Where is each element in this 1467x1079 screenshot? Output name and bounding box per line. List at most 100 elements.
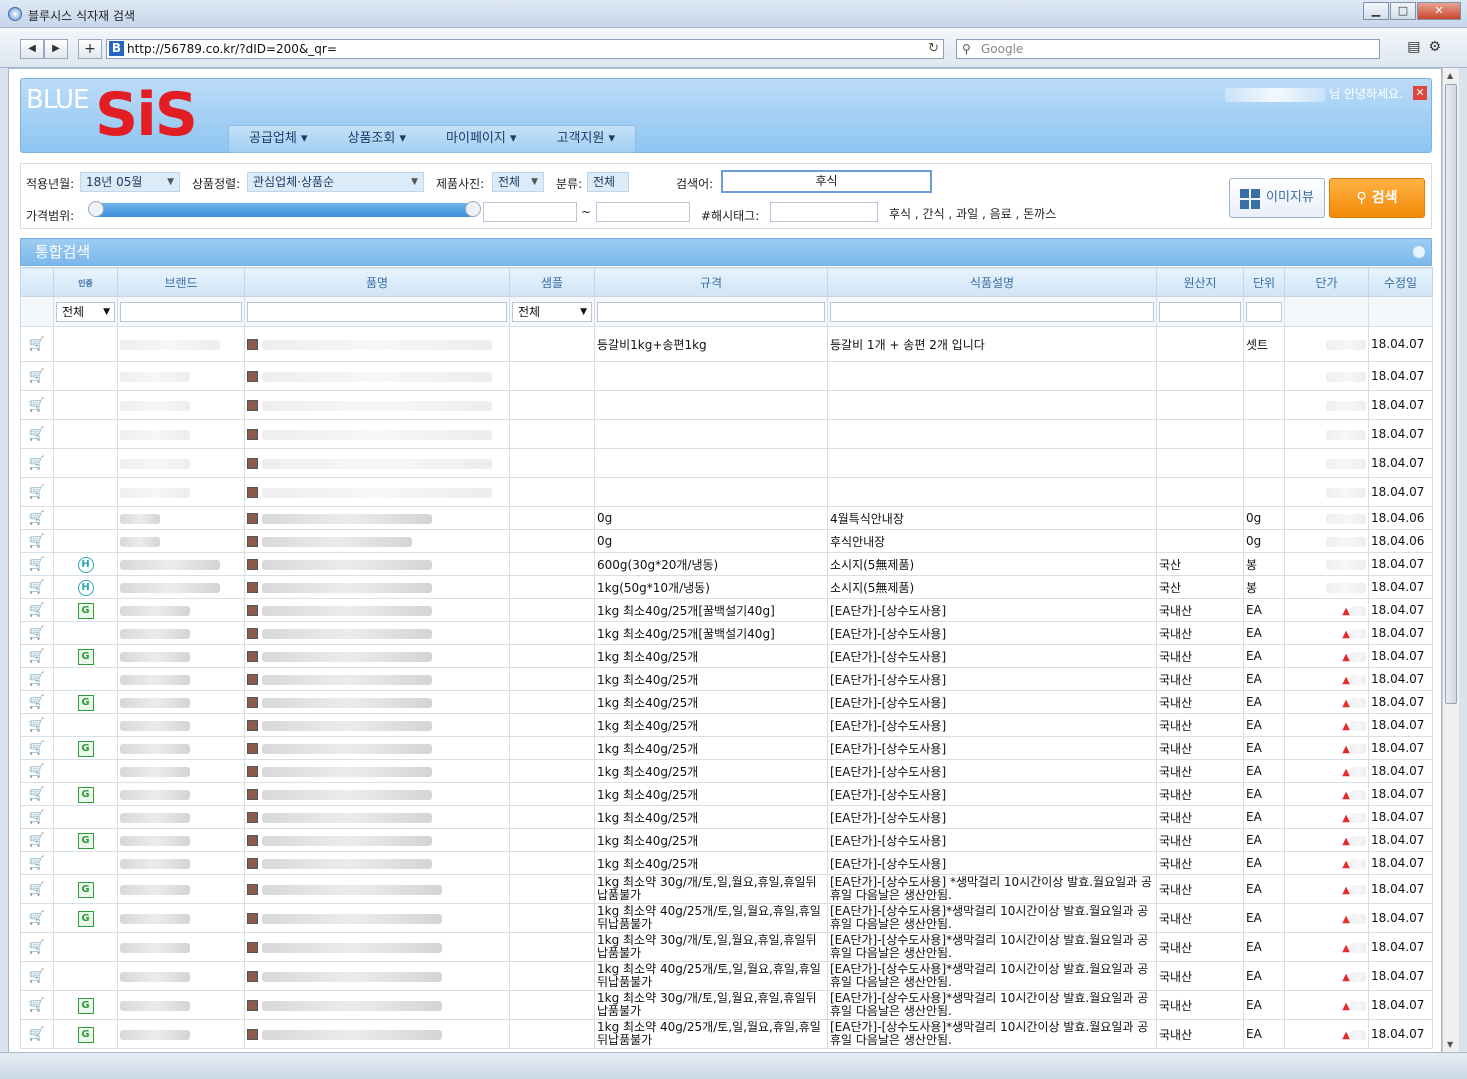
product-photo-icon[interactable] <box>247 697 258 708</box>
column-header-unit[interactable]: 단위 <box>1243 267 1285 297</box>
cart-icon[interactable]: 🛒 <box>29 833 45 848</box>
item-name-cell[interactable] <box>244 828 510 852</box>
table-row[interactable]: 🛒 G 1kg 최소약 30g/개/토,일,월요,휴일,휴일뒤납품불가 [EA단가]-… <box>20 874 1433 904</box>
column-header-description[interactable]: 식품설명 <box>827 267 1157 297</box>
item-name-cell[interactable] <box>244 932 510 962</box>
reload-icon[interactable]: ↻ <box>928 40 939 58</box>
slider-max-handle[interactable] <box>465 201 481 217</box>
product-photo-icon[interactable] <box>247 1000 258 1011</box>
unit-filter-input[interactable] <box>1246 301 1282 322</box>
column-header-modified-date[interactable]: 수정일 <box>1368 267 1433 297</box>
hashtag-input[interactable] <box>770 202 878 222</box>
cart-icon[interactable]: 🛒 <box>29 456 45 471</box>
cart-icon[interactable]: 🛒 <box>29 940 45 955</box>
scroll-up-icon[interactable]: ▲ <box>1447 71 1453 80</box>
product-photo-icon[interactable] <box>247 513 258 524</box>
table-row[interactable]: 🛒 1kg 최소40g/25개 [EA단가]-[상수도사용] 국내산 EA ▲ 18.04.… <box>20 759 1433 783</box>
item-name-cell[interactable] <box>244 419 510 449</box>
menu-item-products[interactable]: 상품조회 ▾ <box>328 126 427 152</box>
table-row[interactable]: 🛒 G 1kg 최소40g/25개 [EA단가]-[상수도사용] 국내산 EA ▲ 18.04… <box>20 828 1433 852</box>
cart-icon[interactable]: 🛒 <box>29 718 45 733</box>
table-row[interactable]: 🛒 G 1kg 최소40g/25개 [EA단가]-[상수도사용] 국내산 EA ▲ 18.04… <box>20 690 1433 714</box>
product-photo-icon[interactable] <box>247 674 258 685</box>
brand-filter-input[interactable] <box>120 301 242 322</box>
item-name-cell[interactable] <box>244 644 510 668</box>
cart-icon[interactable]: 🛒 <box>29 580 45 595</box>
column-header-origin[interactable]: 원산지 <box>1156 267 1244 297</box>
cart-icon[interactable]: 🛒 <box>29 337 45 352</box>
item-name-cell[interactable] <box>244 782 510 806</box>
item-name-cell[interactable] <box>244 448 510 478</box>
logo-sis-text[interactable]: SiS <box>95 83 198 147</box>
table-row[interactable]: 🛒 H 600g(30g*20개/냉동) 소시지(5無제품) 국산 봉 18.04.07 <box>20 552 1433 576</box>
price-min-input[interactable] <box>483 202 577 222</box>
collapse-icon[interactable] <box>1413 246 1425 258</box>
product-photo-icon[interactable] <box>247 835 258 846</box>
item-name-filter-input[interactable] <box>247 301 507 322</box>
item-name-cell[interactable] <box>244 477 510 507</box>
table-row[interactable]: 🛒 G 1kg 최소약 30g/개/토,일,월요,휴일,휴일뒤납품불가 [EA단가]-… <box>20 990 1433 1020</box>
cart-icon[interactable]: 🛒 <box>29 427 45 442</box>
product-photo-icon[interactable] <box>247 582 258 593</box>
cart-icon[interactable]: 🛒 <box>29 485 45 500</box>
column-header-price[interactable]: 단가 <box>1284 267 1369 297</box>
cert-filter-select[interactable]: 전체 ▼ <box>56 301 115 322</box>
table-row[interactable]: 🛒 1kg 최소40g/25개 [EA단가]-[상수도사용] 국내산 EA ▲ 18.04.… <box>20 713 1433 737</box>
item-name-cell[interactable] <box>244 598 510 622</box>
product-photo-icon[interactable] <box>247 942 258 953</box>
item-name-cell[interactable] <box>244 667 510 691</box>
item-name-cell[interactable] <box>244 990 510 1020</box>
item-name-cell[interactable] <box>244 961 510 991</box>
item-name-cell[interactable] <box>244 326 510 362</box>
cart-icon[interactable]: 🛒 <box>29 882 45 897</box>
product-photo-icon[interactable] <box>247 720 258 731</box>
table-row[interactable]: 🛒 1kg 최소40g/25개 [EA단가]-[상수도사용] 국내산 EA ▲ 18.04.… <box>20 805 1433 829</box>
keyword-input[interactable]: 후식 <box>721 170 932 193</box>
cart-icon[interactable]: 🛒 <box>29 787 45 802</box>
cart-icon[interactable]: 🛒 <box>29 534 45 549</box>
table-row[interactable]: 🛒 0g 후식안내장 0g 18.04.06 <box>20 529 1433 553</box>
product-photo-icon[interactable] <box>247 858 258 869</box>
item-name-cell[interactable] <box>244 1019 510 1049</box>
sample-filter-select[interactable]: 전체 ▼ <box>512 301 592 322</box>
page-scrollbar[interactable]: ▲ ▼ <box>1442 68 1459 1052</box>
menu-item-mypage[interactable]: 마이페이지 ▾ <box>426 126 536 152</box>
table-row[interactable]: 🛒 G 1kg 최소40g/25개 [EA단가]-[상수도사용] 국내산 EA ▲ 18.04… <box>20 736 1433 760</box>
photo-select[interactable]: 전체 ▼ <box>492 172 544 192</box>
cart-icon[interactable]: 🛒 <box>29 557 45 572</box>
menu-item-support[interactable]: 고객지원 ▾ <box>537 126 636 152</box>
table-row[interactable]: 🛒 18.04.07 <box>20 361 1433 391</box>
address-bar[interactable]: B http://56789.co.kr/?dID=200&_qr= ↻ <box>106 39 944 59</box>
product-photo-icon[interactable] <box>247 400 258 411</box>
cart-icon[interactable]: 🛒 <box>29 911 45 926</box>
maximize-button[interactable]: □ <box>1390 2 1416 20</box>
table-row[interactable]: 🛒 등갈비1kg+송편1kg 등갈비 1개 + 송편 2개 입니다 셋트 18.04.0… <box>20 326 1433 362</box>
product-photo-icon[interactable] <box>247 766 258 777</box>
table-row[interactable]: 🛒 1kg 최소40g/25개 [EA단가]-[상수도사용] 국내산 EA ▲ 18.04.… <box>20 667 1433 691</box>
description-filter-input[interactable] <box>830 301 1154 322</box>
item-name-cell[interactable] <box>244 713 510 737</box>
item-name-cell[interactable] <box>244 361 510 391</box>
cart-icon[interactable]: 🛒 <box>29 672 45 687</box>
item-name-cell[interactable] <box>244 736 510 760</box>
table-row[interactable]: 🛒 1kg 최소40g/25개[꿀백설기40g] [EA단가]-[상수도사용] 국내산… <box>20 621 1433 645</box>
product-photo-icon[interactable] <box>247 536 258 547</box>
cart-icon[interactable]: 🛒 <box>29 649 45 664</box>
cart-icon[interactable]: 🛒 <box>29 511 45 526</box>
spec-filter-input[interactable] <box>597 301 825 322</box>
column-header-brand[interactable]: 브랜드 <box>117 267 245 297</box>
sort-select[interactable]: 관심업체·상품순 ▼ <box>247 172 424 192</box>
item-name-cell[interactable] <box>244 529 510 553</box>
product-photo-icon[interactable] <box>247 743 258 754</box>
table-row[interactable]: 🛒 0g 4월특식안내장 0g 18.04.06 <box>20 506 1433 530</box>
scroll-down-icon[interactable]: ▼ <box>1447 1040 1453 1049</box>
table-row[interactable]: 🛒 18.04.07 <box>20 390 1433 420</box>
price-max-input[interactable] <box>596 202 690 222</box>
cart-icon[interactable]: 🛒 <box>29 810 45 825</box>
item-name-cell[interactable] <box>244 552 510 576</box>
item-name-cell[interactable] <box>244 575 510 599</box>
product-photo-icon[interactable] <box>247 971 258 982</box>
item-name-cell[interactable] <box>244 390 510 420</box>
cart-icon[interactable]: 🛒 <box>29 741 45 756</box>
table-row[interactable]: 🛒 G 1kg 최소40g/25개 [EA단가]-[상수도사용] 국내산 EA ▲ 18.04… <box>20 644 1433 668</box>
